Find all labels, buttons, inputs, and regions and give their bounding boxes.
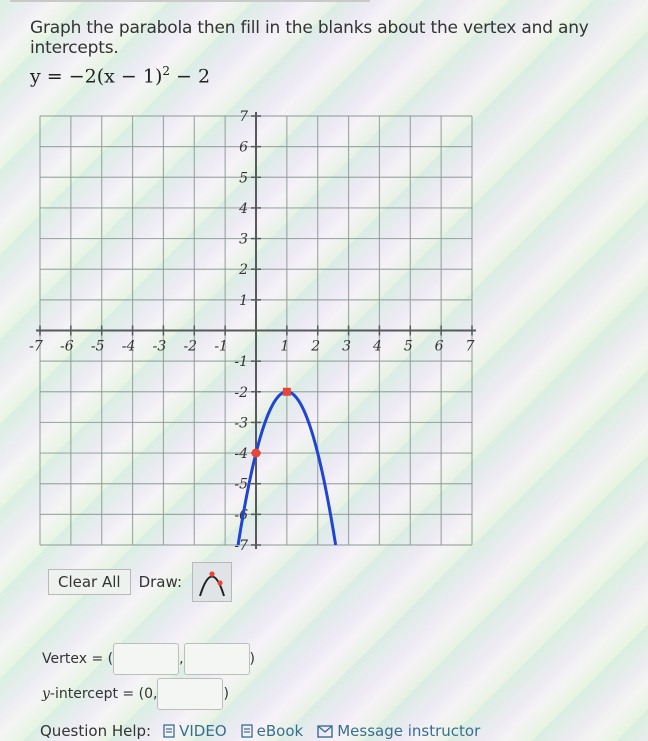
vertex-comma: , <box>179 651 184 667</box>
y-tick-label: -5 <box>234 477 248 493</box>
y-tick-label: 6 <box>239 140 248 156</box>
x-tick-label: -1 <box>214 339 228 355</box>
vertex-y-input[interactable] <box>183 643 250 675</box>
clear-all-button[interactable]: Clear All <box>48 569 131 595</box>
y-tick-label: 2 <box>238 262 248 278</box>
x-tick-label: 1 <box>280 339 289 355</box>
x-tick-label: -4 <box>122 339 136 355</box>
envelope-icon <box>317 724 333 738</box>
y-tick-label: -3 <box>234 415 248 431</box>
parabola-tool-button[interactable] <box>192 562 233 602</box>
draw-label: Draw: <box>138 573 183 591</box>
parabola-tool-icon <box>199 571 225 597</box>
y-tick-label: 4 <box>238 201 248 217</box>
x-tick-label: -6 <box>60 339 74 355</box>
y-tick-label: -1 <box>234 354 248 370</box>
y-intercept-row: y -intercept = (0, ) <box>42 678 229 710</box>
y-tick-label: -7 <box>234 538 248 554</box>
y-intercept-label: -intercept = (0, <box>49 686 158 702</box>
x-tick-label: -2 <box>183 339 197 355</box>
ebook-link-label: eBook <box>256 722 304 740</box>
x-tick-label: 7 <box>466 339 475 355</box>
graph-canvas[interactable]: -7 -6 -5 -4 -3 -2 -1 1 2 3 4 5 6 77654321-1-2-3-4-5-6… <box>0 0 648 560</box>
y-intercept-var: y <box>42 686 50 702</box>
x-tick-label: -5 <box>91 339 105 355</box>
video-link-label: VIDEO <box>179 722 227 740</box>
message-instructor-label: Message instructor <box>337 722 481 740</box>
x-tick-label: 6 <box>435 339 444 355</box>
vertex-x-input[interactable] <box>113 643 180 675</box>
y-tick-label: 5 <box>239 170 248 186</box>
x-tick-label: -3 <box>153 339 167 355</box>
x-tick-label: 2 <box>310 339 320 355</box>
vertex-label: Vertex = ( <box>42 651 114 667</box>
vertex-point[interactable] <box>282 387 291 396</box>
ebook-link[interactable]: eBook <box>240 722 304 740</box>
question-help-label: Question Help: <box>40 722 152 740</box>
y-intercept-close: ) <box>223 686 229 702</box>
x-tick-label: 5 <box>404 339 413 355</box>
y-tick-label: 7 <box>239 109 248 125</box>
vertex-row: Vertex = ( , ) <box>42 643 255 675</box>
x-tick-label: 4 <box>372 339 382 355</box>
y-tick-label: -4 <box>234 446 248 462</box>
second-point[interactable] <box>251 448 261 458</box>
x-tick-label: -7 <box>29 339 43 355</box>
y-intercept-input[interactable] <box>157 678 224 710</box>
vertex-close: ) <box>249 651 256 667</box>
question-help: Question Help: VIDEO eBook Message instr… <box>40 722 488 740</box>
graph-controls: Clear All Draw: <box>48 562 233 602</box>
y-tick-label: 1 <box>239 293 248 309</box>
document-icon <box>163 724 175 738</box>
message-instructor-link[interactable]: Message instructor <box>317 722 480 740</box>
video-link[interactable]: VIDEO <box>163 722 227 740</box>
y-tick-label: -2 <box>234 385 248 401</box>
x-tick-label: 3 <box>342 339 351 355</box>
y-tick-label: 3 <box>239 232 248 248</box>
document-icon <box>240 724 253 738</box>
